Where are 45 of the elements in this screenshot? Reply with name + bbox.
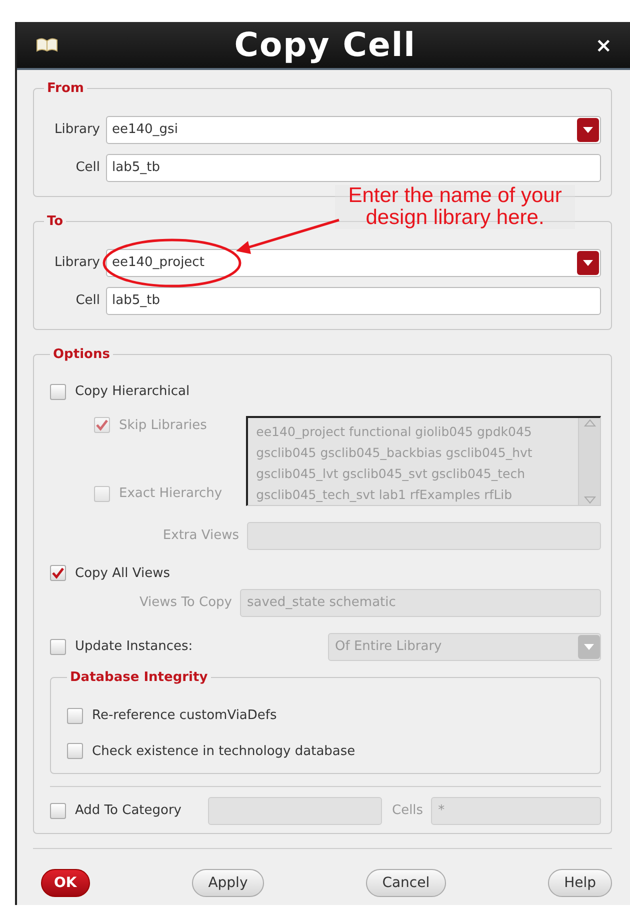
dialog-button[interactable]: Help — [548, 869, 612, 897]
library-dropdown[interactable]: ee140_project — [106, 249, 601, 277]
checkbox[interactable] — [67, 743, 83, 760]
book-icon — [35, 36, 59, 54]
field-label: Library — [54, 121, 100, 140]
checkbox-label: Check existence in technology database — [92, 742, 356, 760]
caret-icon — [583, 260, 593, 266]
dialog-button[interactable]: OK — [41, 869, 90, 897]
extra-views-field[interactable] — [247, 522, 601, 550]
group-title: Options — [52, 348, 111, 361]
field-label: Cells — [392, 802, 424, 820]
checkbox[interactable] — [50, 639, 66, 655]
dialog-button[interactable]: Cancel — [366, 869, 446, 897]
scroll-up-icon[interactable] — [582, 418, 596, 428]
close-button[interactable]: × — [591, 35, 616, 55]
library-dropdown[interactable]: ee140_gsi — [106, 116, 601, 144]
group-title: Database Integrity — [69, 671, 209, 684]
field-label: Cell — [74, 292, 100, 310]
caret-icon — [583, 127, 593, 133]
checkbox[interactable] — [50, 803, 66, 819]
annotation-text: Enter the name of your design library here. — [335, 185, 575, 229]
checkbox-label: Skip Libraries — [119, 416, 207, 434]
group-title: From — [46, 82, 85, 95]
group-title: To — [46, 215, 64, 228]
checkbox[interactable] — [50, 384, 66, 400]
scroll-down-icon[interactable] — [582, 494, 596, 504]
checkbox-label: Copy Hierarchical — [75, 383, 190, 401]
checkbox[interactable] — [50, 565, 66, 582]
field-label: Extra Views — [162, 526, 240, 545]
category-field[interactable] — [208, 797, 382, 825]
checkbox-label: Add To Category — [75, 802, 182, 820]
caret-icon — [584, 644, 594, 650]
window-title: Copy Cell — [234, 24, 416, 66]
checkbox-label: Copy All Views — [75, 564, 170, 582]
checkbox[interactable] — [67, 708, 83, 724]
cell-field[interactable]: lab5_tb — [106, 287, 601, 315]
scrollbar[interactable] — [578, 418, 600, 504]
dialog-button[interactable]: Apply — [192, 869, 264, 897]
field-label: Cell — [74, 159, 100, 178]
field-label: Library — [54, 254, 100, 272]
cell-field[interactable]: lab5_tb — [106, 154, 601, 182]
checkbox-label: Update Instances: — [75, 638, 193, 656]
field-label: Views To Copy — [138, 594, 233, 612]
checkbox-label: Re-reference customViaDefs — [92, 707, 277, 725]
checkbox-label: Exact Hierarchy — [119, 485, 222, 503]
